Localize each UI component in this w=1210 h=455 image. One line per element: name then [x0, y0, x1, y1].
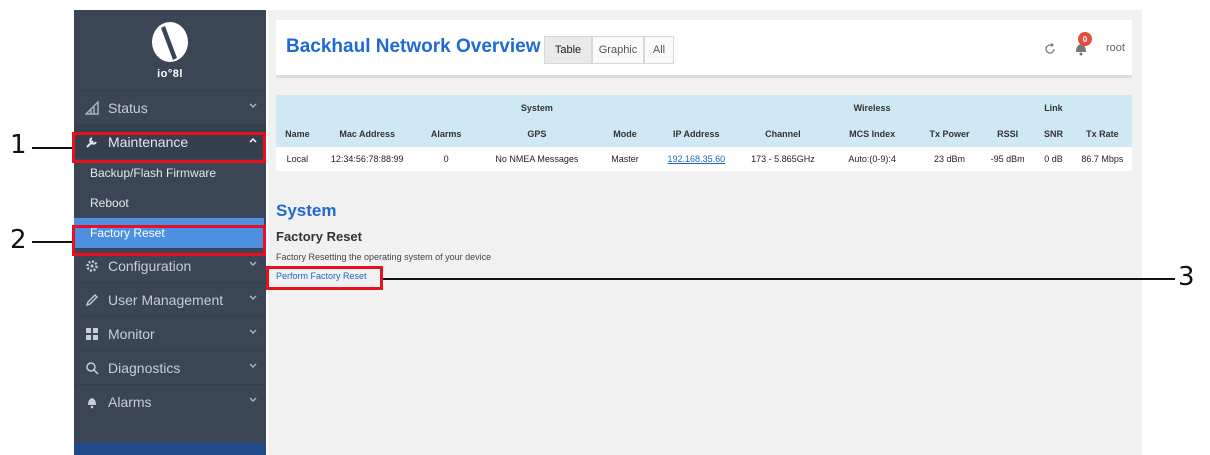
column-header: Mode [613, 129, 637, 139]
column-header: Alarms [430, 129, 462, 139]
table-cell: No NMEA Messages [495, 154, 579, 164]
sidebar-item-alarms[interactable]: Alarms [74, 384, 266, 418]
column-header: Channel [765, 129, 801, 139]
signal-icon [84, 100, 100, 116]
overview-table: System Wireless Link Name Mac Address Al… [276, 95, 1132, 171]
gear-icon [84, 258, 100, 274]
chevron-down-icon [249, 363, 257, 369]
user-name[interactable]: root [1106, 42, 1125, 54]
chevron-down-icon [249, 295, 257, 301]
column-header: MCS Index [849, 129, 896, 139]
table-cell: 0 dB [1044, 154, 1063, 164]
section-heading-system: System [276, 201, 337, 220]
sidebar-item-logout[interactable] [74, 443, 266, 455]
table-column-header-row: Name Mac Address Alarms GPS Mode IP Addr… [276, 121, 1132, 147]
callout-number-3: 3 [1178, 262, 1195, 292]
sidebar-item-label: User Management [108, 291, 224, 308]
search-icon [84, 360, 100, 376]
sidebar-item-label: Configuration [108, 257, 192, 274]
chevron-down-icon [249, 397, 257, 403]
column-header: IP Address [673, 129, 720, 139]
tab-graphic[interactable]: Graphic [592, 36, 644, 64]
logo: io°8l [74, 10, 266, 90]
column-header: RSSI [997, 129, 1019, 139]
group-system-header: System [520, 103, 553, 113]
ip-address-link[interactable]: 192.168.35.60 [668, 154, 726, 164]
column-header: GPS [527, 129, 547, 139]
dashboard-icon [84, 326, 100, 342]
callout-highlight-factory-reset [72, 225, 266, 256]
callout-number-1: 1 [10, 130, 27, 160]
table-cell: 86.7 Mbps [1081, 154, 1124, 164]
callout-line-1 [32, 147, 72, 149]
callout-line-2 [32, 241, 72, 243]
table-row: Local 12:34:56:78:88:99 0 No NMEA Messag… [276, 147, 1132, 171]
callout-highlight-perform-reset [266, 266, 383, 290]
sidebar-item-label: Diagnostics [108, 359, 181, 376]
sidebar-item-label: Monitor [108, 325, 155, 342]
page-title: Backhaul Network Overview [286, 36, 541, 57]
sidebar-item-label: Status [108, 99, 148, 116]
column-header: Name [285, 129, 310, 139]
sidebar-item-monitor[interactable]: Monitor [74, 316, 266, 350]
factory-reset-heading: Factory Reset [276, 229, 362, 244]
chevron-down-icon [249, 103, 257, 109]
sidebar-item-diagnostics[interactable]: Diagnostics [74, 350, 266, 384]
table-cell: -95 dBm [990, 154, 1025, 164]
callout-highlight-maintenance [72, 132, 266, 163]
table-cell: Auto:(0-9):4 [848, 154, 896, 164]
table-group-header-row: System Wireless Link [276, 95, 1132, 121]
column-header: Tx Power [929, 129, 970, 139]
group-wireless-header: Wireless [853, 103, 891, 113]
column-header: Tx Rate [1086, 129, 1119, 139]
callout-number-2: 2 [10, 225, 27, 255]
callout-line-3 [383, 278, 1175, 280]
sidebar-item-status[interactable]: Status [74, 90, 266, 124]
bell-icon [84, 394, 100, 410]
refresh-icon[interactable] [1044, 43, 1056, 55]
logo-icon [152, 22, 188, 62]
chevron-down-icon [249, 329, 257, 335]
sidebar-item-label: Alarms [108, 393, 152, 410]
tab-all[interactable]: All [644, 36, 674, 64]
factory-reset-description: Factory Resetting the operating system o… [276, 252, 492, 262]
chevron-down-icon [249, 261, 257, 267]
table-cell: 12:34:56:78:88:99 [330, 154, 404, 164]
sidebar-item-user-management[interactable]: User Management [74, 282, 266, 316]
table-cell: Master [611, 154, 639, 164]
table-cell: 173 - 5.865GHz [751, 154, 815, 164]
tab-table[interactable]: Table [544, 36, 592, 64]
column-header: SNR [1043, 129, 1063, 139]
group-link-header: Link [1044, 103, 1063, 113]
table-cell: Local [286, 154, 309, 164]
table-cell: 192.168.35.60 [653, 147, 740, 171]
main-content: Backhaul Network Overview Table Graphic … [268, 10, 1142, 455]
logo-text: io°8l [157, 68, 183, 80]
table-cell: 23 dBm [934, 154, 966, 164]
page-header: Backhaul Network Overview Table Graphic … [276, 20, 1132, 78]
sidebar-subitem-reboot[interactable]: Reboot [74, 188, 266, 218]
table-cell: 0 [443, 154, 449, 164]
notification-badge: 0 [1078, 32, 1092, 46]
pencil-icon [84, 292, 100, 308]
screenshot-stage: io°8l Status Maintenance Backup/Flash Fi… [0, 0, 1210, 455]
column-header: Mac Address [339, 129, 396, 139]
